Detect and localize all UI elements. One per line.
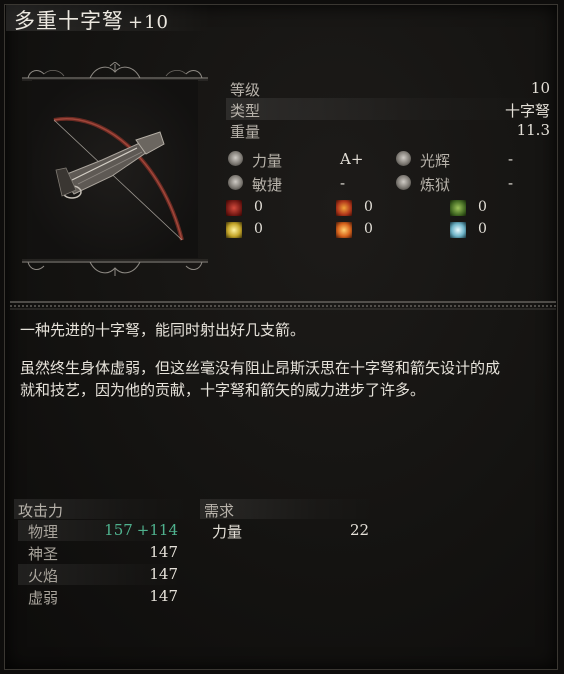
strength-icon xyxy=(228,151,243,166)
stat-value: 11.3 xyxy=(516,121,550,139)
requirements-title: 需求 xyxy=(204,502,235,520)
buildup-value: 0 xyxy=(254,199,263,215)
radiance-icon xyxy=(396,151,411,166)
stat-level: 等级 10 xyxy=(226,77,552,99)
attack-row-fire: 火焰 147 xyxy=(18,564,182,585)
requirement-label: 力量 xyxy=(212,523,243,541)
description-line: 虽然终生身体虚弱，但这丝毫没有阻止昂斯沃思在十字弩和箭矢设计的成 xyxy=(20,359,501,377)
attack-row-physical: 物理 157 +114 xyxy=(18,520,182,541)
requirements-header: 需求 xyxy=(200,499,376,520)
stat-label: 重量 xyxy=(230,123,261,141)
scaling-grade: A+ xyxy=(340,150,364,168)
stat-label: 等级 xyxy=(230,81,261,99)
item-upgrade-level: +10 xyxy=(128,12,169,33)
attack-label: 物理 xyxy=(28,523,59,541)
buildup-value: 0 xyxy=(364,199,373,215)
attack-value: 147 xyxy=(149,587,178,605)
scaling-strength: 力量 A+ xyxy=(228,149,378,171)
crossbow-image xyxy=(53,116,184,241)
attack-power-title: 攻击力 xyxy=(18,502,64,520)
section-divider xyxy=(10,301,556,310)
buildup-poison: 0 xyxy=(450,199,550,219)
stat-label: 类型 xyxy=(230,102,261,120)
lightning-icon xyxy=(226,222,242,238)
attack-value: 147 xyxy=(149,565,178,583)
buildup-flame-burst: 0 xyxy=(336,221,436,241)
stat-type: 类型 十字弩 xyxy=(226,98,552,120)
attack-label: 虚弱 xyxy=(28,589,59,607)
poison-icon xyxy=(450,200,466,216)
item-name: 多重十字弩 xyxy=(14,9,124,33)
ornament-top xyxy=(22,62,208,81)
requirement-row-strength: 力量 22 xyxy=(204,520,374,541)
fire-icon xyxy=(336,200,352,216)
stat-weight: 重量 11.3 xyxy=(226,119,552,141)
scaling-label: 光辉 xyxy=(420,152,451,170)
scaling-label: 炼狱 xyxy=(420,176,451,194)
buildup-value: 0 xyxy=(364,221,373,237)
buildup-fire: 0 xyxy=(336,199,436,219)
description-line: 就和技艺，因为他的贡献，十字弩和箭矢的威力进步了许多。 xyxy=(20,381,426,399)
scaling-grade: - xyxy=(508,174,514,192)
scaling-grade: - xyxy=(340,174,346,192)
requirement-value: 22 xyxy=(350,521,370,539)
attack-power-header: 攻击力 xyxy=(14,499,190,520)
description-summary: 一种先进的十字弩，能同时射出好几支箭。 xyxy=(20,321,306,339)
buildup-value: 0 xyxy=(478,199,487,215)
stat-value: 10 xyxy=(530,79,550,97)
flame-burst-icon xyxy=(336,222,352,238)
scaling-dexterity: 敏捷 - xyxy=(228,173,378,195)
attack-row-dark: 虚弱 147 xyxy=(18,586,182,607)
stat-value: 十字弩 xyxy=(504,102,550,120)
attack-bonus-value: +114 xyxy=(136,521,178,539)
buildup-bleed: 0 xyxy=(226,199,326,219)
attack-label: 火焰 xyxy=(28,567,59,585)
inferno-icon xyxy=(396,175,411,190)
scaling-grade: - xyxy=(508,150,514,168)
weapon-image-panel xyxy=(20,62,210,278)
scaling-label: 敏捷 xyxy=(252,176,283,194)
attack-row-holy: 神圣 147 xyxy=(18,542,182,563)
attack-label: 神圣 xyxy=(28,545,59,563)
buildup-value: 0 xyxy=(254,221,263,237)
weapon-image xyxy=(32,80,198,258)
ornament-bottom xyxy=(22,259,208,276)
buildup-frost: 0 xyxy=(450,221,550,241)
scaling-label: 力量 xyxy=(252,152,283,170)
scaling-radiance: 光辉 - xyxy=(396,149,546,171)
dexterity-icon xyxy=(228,175,243,190)
attack-value: 157 +114 xyxy=(104,521,178,539)
buildup-lightning: 0 xyxy=(226,221,326,241)
bleed-icon xyxy=(226,200,242,216)
scaling-inferno: 炼狱 - xyxy=(396,173,546,195)
attack-base-value: 157 xyxy=(104,521,133,539)
frost-icon xyxy=(450,222,466,238)
attack-value: 147 xyxy=(149,543,178,561)
buildup-value: 0 xyxy=(478,221,487,237)
item-title: 多重十字弩 +10 xyxy=(14,5,169,35)
